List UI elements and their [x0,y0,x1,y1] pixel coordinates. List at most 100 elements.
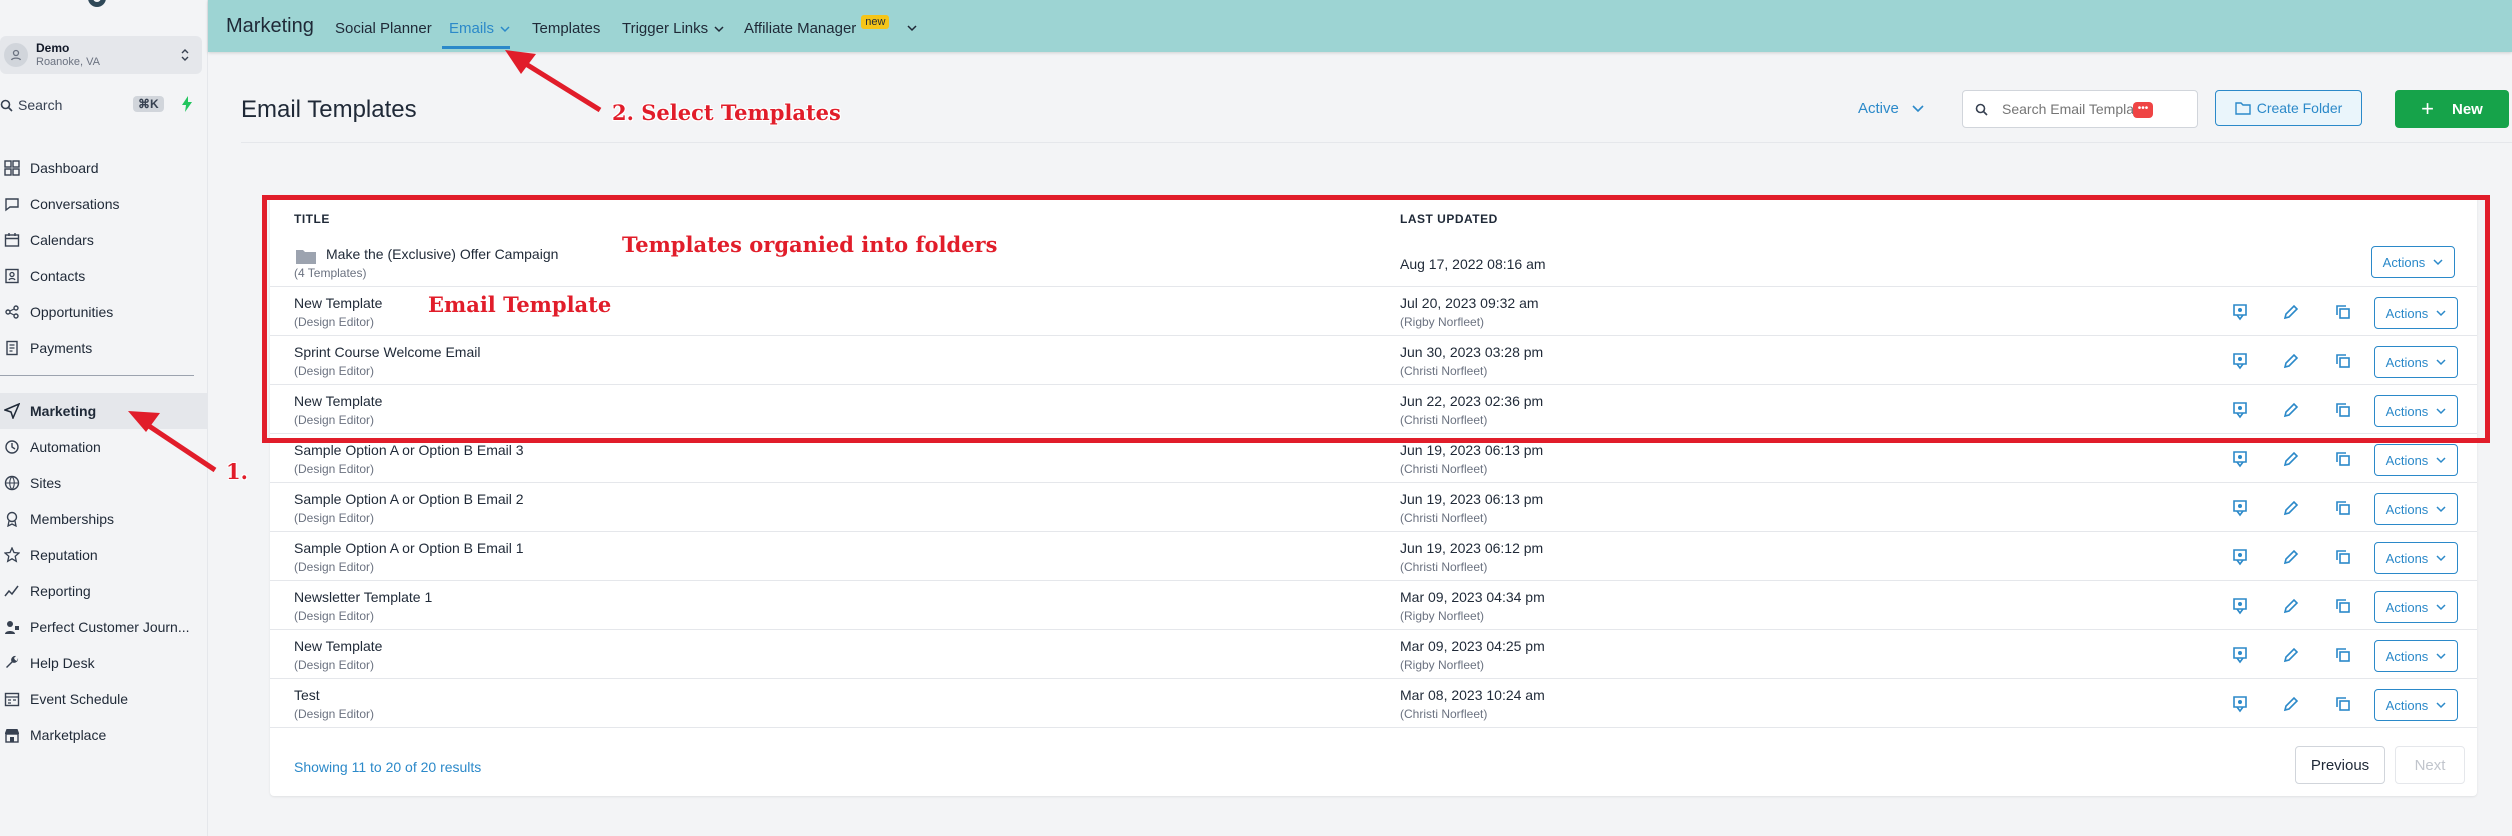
sidebar-item-label: Reputation [30,547,98,563]
sidebar-item-automation[interactable]: Automation [0,429,208,465]
actions-dropdown[interactable]: Actions [2374,689,2458,721]
preview-icon[interactable] [2231,597,2249,615]
bolt-icon[interactable] [181,96,193,112]
sidebar-item-reputation[interactable]: Reputation [0,537,208,573]
sidebar-item-marketing[interactable]: Marketing [0,393,208,429]
new-template-button[interactable]: + New [2395,90,2509,128]
table-row[interactable]: Sample Option A or Option B Email 1 (Desi… [270,532,2477,581]
sidebar-item-event-schedule[interactable]: Event Schedule [0,681,208,717]
sidebar-item-contacts[interactable]: Contacts [0,258,208,294]
template-search[interactable]: ••• [1962,90,2198,128]
previous-page-button[interactable]: Previous [2295,746,2385,784]
tab-affiliate-manager[interactable]: Affiliate Manager new [744,14,890,37]
chevron-down-icon [2436,604,2446,611]
star-icon [4,547,20,563]
globe-icon [4,475,20,491]
duplicate-icon[interactable] [2334,646,2352,664]
status-filter-dropdown[interactable]: Active [1858,100,1925,117]
chevron-down-icon [2436,702,2446,709]
sidebar-item-label: Help Desk [30,655,95,671]
template-title[interactable]: Sample Option A or Option B Email 1 [294,540,524,556]
edit-pencil-icon[interactable] [2282,597,2300,615]
user-group-icon [5,621,19,634]
sidebar-item-label: Reporting [30,583,91,599]
sidebar-item-reporting[interactable]: Reporting [0,573,208,609]
actions-dropdown[interactable]: Actions [2374,444,2458,476]
tab-social-planner[interactable]: Social Planner [335,20,432,37]
preview-icon[interactable] [2231,450,2249,468]
actions-label: Actions [2385,452,2429,468]
actions-dropdown[interactable]: Actions [2374,591,2458,623]
sidebar-item-sites[interactable]: Sites [0,465,208,501]
pagination-summary: Showing 11 to 20 of 20 results [294,759,482,775]
edit-pencil-icon[interactable] [2282,450,2300,468]
more-tabs-chevron-icon[interactable] [907,24,917,32]
duplicate-icon[interactable] [2334,548,2352,566]
sidebar-item-label: Sites [30,475,62,491]
last-updated-date: Jun 19, 2023 06:13 pm [1400,442,1544,458]
sidebar-item-opportunities[interactable]: Opportunities [0,294,208,330]
sidebar-item-dashboard[interactable]: Dashboard [0,150,208,186]
sidebar-item-label: Dashboard [30,160,99,176]
edit-pencil-icon[interactable] [2282,646,2300,664]
preview-icon[interactable] [2231,646,2249,664]
preview-icon[interactable] [2231,695,2249,713]
sidebar-item-calendars[interactable]: Calendars [0,222,208,258]
chevron-down-icon [2436,653,2446,660]
sidebar-nav-top: Dashboard Conversations Calendars Contacts O… [0,150,208,366]
tab-trigger-links[interactable]: Trigger Links [622,20,724,37]
sidebar-item-label: Automation [30,439,101,455]
create-folder-button[interactable]: Create Folder [2215,90,2362,126]
sidebar-item-help-desk[interactable]: Help Desk [0,645,208,681]
sidebar-item-perfect-customer-journ[interactable]: Perfect Customer Journ... [0,609,208,645]
actions-dropdown[interactable]: Actions [2374,640,2458,672]
template-title[interactable]: Newsletter Template 1 [294,589,432,605]
template-title[interactable]: Sample Option A or Option B Email 3 [294,442,524,458]
search-icon [0,99,13,112]
status-filter-label: Active [1858,100,1899,117]
duplicate-icon[interactable] [2334,499,2352,517]
template-search-input[interactable] [2002,101,2152,117]
chevron-down-icon [1912,104,1924,112]
next-page-button: Next [2395,746,2465,784]
preview-icon[interactable] [2231,499,2249,517]
template-title[interactable]: Sample Option A or Option B Email 2 [294,491,524,507]
tab-emails[interactable]: Emails [449,20,510,37]
table-row[interactable]: Test (Design Editor) Mar 08, 2023 10:24 am… [270,679,2477,728]
edit-pencil-icon[interactable] [2282,548,2300,566]
template-title[interactable]: New Template [294,638,382,654]
actions-label: Actions [2385,550,2429,566]
edit-pencil-icon[interactable] [2282,499,2300,517]
actions-dropdown[interactable]: Actions [2374,542,2458,574]
sidebar-item-marketplace[interactable]: Marketplace [0,717,208,753]
sidebar-item-memberships[interactable]: Memberships [0,501,208,537]
edit-pencil-icon[interactable] [2282,695,2300,713]
sidebar-item-label: Calendars [30,232,94,248]
sidebar-item-conversations[interactable]: Conversations [0,186,208,222]
send-icon [4,403,20,419]
tab-templates[interactable]: Templates [532,20,600,37]
account-switcher[interactable]: Demo Roanoke, VA [0,36,202,74]
duplicate-icon[interactable] [2334,695,2352,713]
template-title[interactable]: Test [294,687,320,703]
template-subtitle: (Design Editor) [294,511,375,525]
sidebar-item-payments[interactable]: Payments [0,330,208,366]
actions-label: Actions [2385,648,2429,664]
tab-emails-label: Emails [449,20,495,37]
preview-icon[interactable] [2231,548,2249,566]
annotation-step1: 1. [226,459,248,484]
table-row[interactable]: New Template (Design Editor) Mar 09, 2023 … [270,630,2477,679]
search-shortcut: ⌘K [133,96,164,112]
sidebar-search[interactable]: Search ⌘K [0,94,200,116]
table-row[interactable]: Newsletter Template 1 (Design Editor) Mar … [270,581,2477,630]
sidebar-item-label: Conversations [30,196,120,212]
duplicate-icon[interactable] [2334,597,2352,615]
actions-dropdown[interactable]: Actions [2374,493,2458,525]
new-badge: new [861,14,890,29]
table-row[interactable]: Sample Option A or Option B Email 2 (Desi… [270,483,2477,532]
annotation-step2: 2. Select Templates [612,100,841,125]
chevron-down-icon [714,25,724,32]
last-updated-by: (Christi Norfleet) [1400,511,1488,525]
sidebar-item-label: Marketplace [30,727,107,743]
duplicate-icon[interactable] [2334,450,2352,468]
